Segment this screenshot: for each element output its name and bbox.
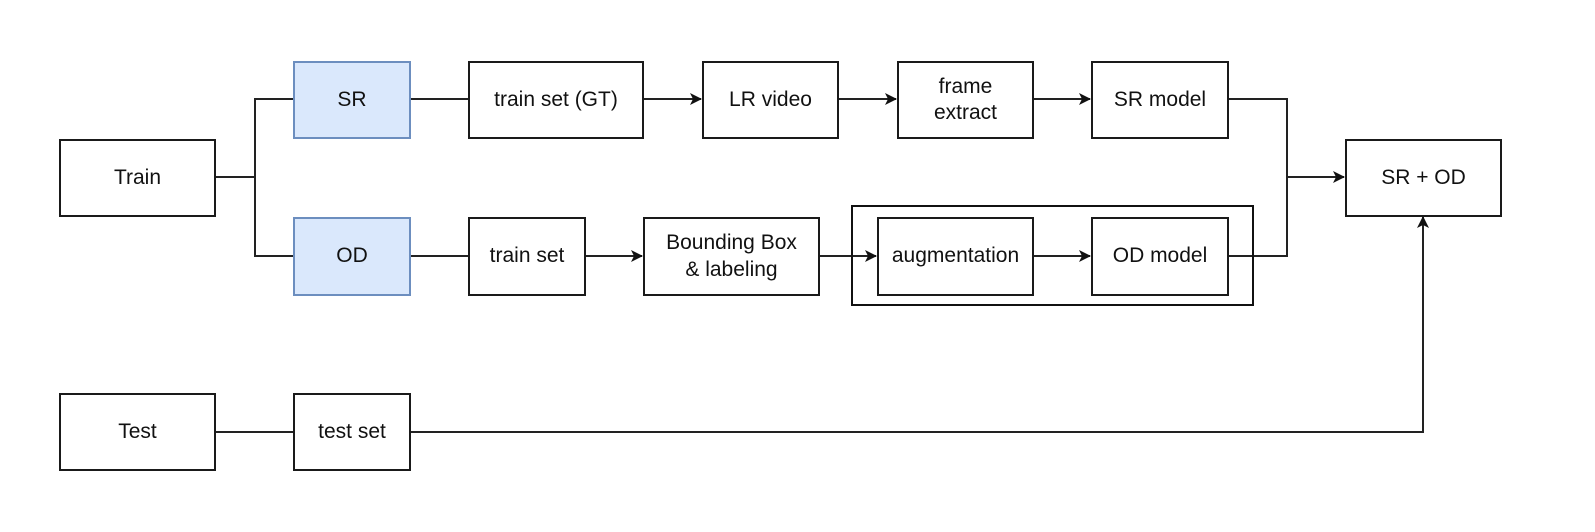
node-bounding-box-labeling[interactable]: Bounding Box & labeling — [643, 217, 820, 296]
node-od[interactable]: OD — [293, 217, 411, 296]
edge-srmodel-srod — [1228, 98, 1345, 183]
node-sr-od[interactable]: SR + OD — [1345, 139, 1502, 217]
node-augmentation[interactable]: augmentation — [877, 217, 1034, 296]
node-sr[interactable]: SR — [293, 61, 411, 139]
node-lr-video[interactable]: LR video — [702, 61, 839, 139]
node-train-set-gt[interactable]: train set (GT) — [468, 61, 644, 139]
edge-train-od — [254, 177, 293, 257]
node-test[interactable]: Test — [59, 393, 216, 471]
node-test-set[interactable]: test set — [293, 393, 411, 471]
node-train-set[interactable]: train set — [468, 217, 586, 296]
edge-train-sr — [215, 98, 293, 178]
node-sr-model[interactable]: SR model — [1091, 61, 1229, 139]
node-frame-extract[interactable]: frame extract — [897, 61, 1034, 139]
node-train[interactable]: Train — [59, 139, 216, 217]
node-od-model[interactable]: OD model — [1091, 217, 1229, 296]
